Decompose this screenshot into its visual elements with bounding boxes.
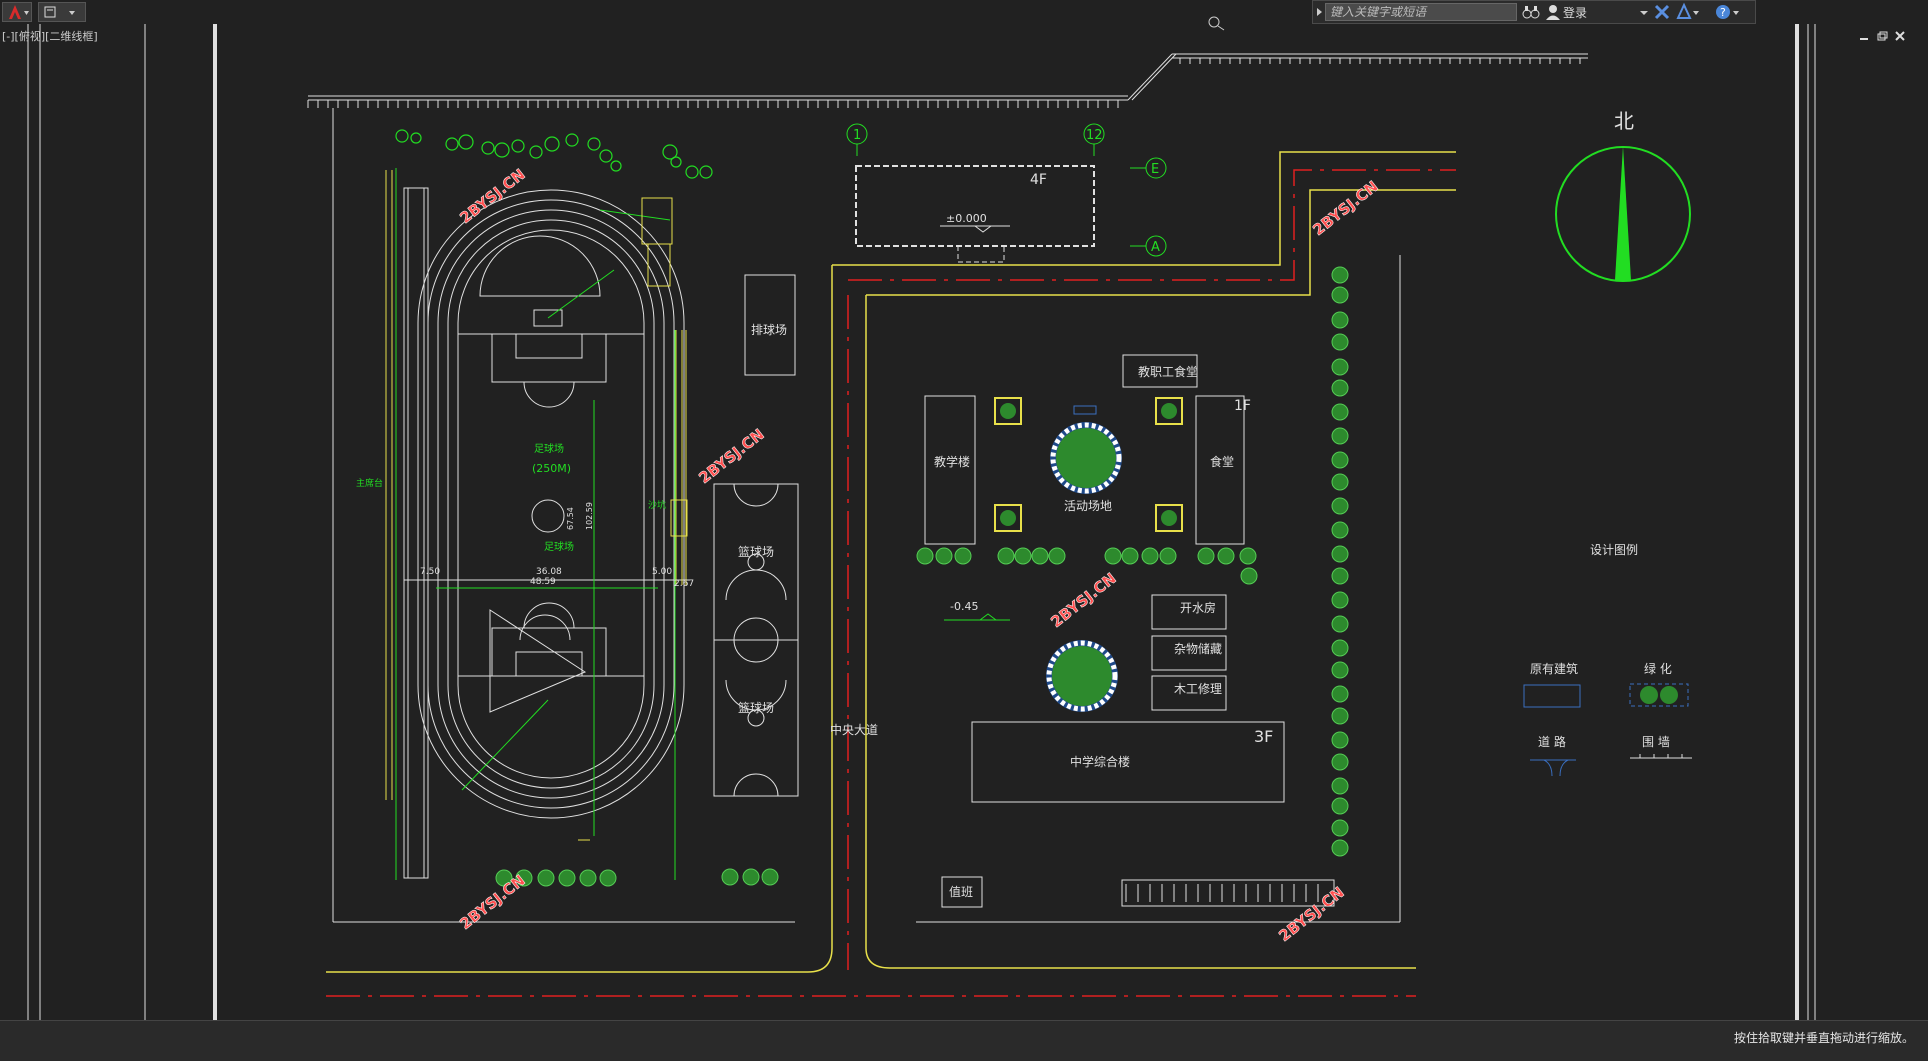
main-road-label: 中央大道 [830,722,878,737]
legend-title: 设计图例 [1590,543,1638,557]
elevation-mark-top [940,225,1010,233]
svg-text:2BYSJ.CN: 2BYSJ.CN [1047,569,1119,631]
roads [326,151,1456,997]
field-size-label: (250M) [532,462,571,475]
field-label-top: 足球场 [534,442,564,455]
svg-text:2BYSJ.CN: 2BYSJ.CN [456,165,528,227]
axis-1: 1 [853,128,861,143]
svg-text:2BYSJ.CN: 2BYSJ.CN [695,425,767,487]
activity-label: 活动场地 [1064,499,1112,513]
tree-rows [495,266,1349,887]
infocenter-bar: 登录 ? [1312,0,1756,24]
north-label: 北 [1614,109,1634,133]
axis-markers [846,123,1167,257]
dim-36: 36.08 [536,567,562,577]
status-bar: 按住拾取键并垂直拖动进行缩放。 [0,1020,1928,1061]
quick-access-toolbar[interactable] [38,2,86,22]
binoculars-icon[interactable] [1521,2,1541,22]
tag-left: 主席台 [356,477,383,489]
axis-E: E [1151,162,1159,177]
legend-existing-swatch [1523,684,1581,708]
exchange-icon[interactable] [1653,2,1671,22]
teaching-building-label: 教学楼 [934,454,970,469]
expand-arrow-icon[interactable] [1314,1,1324,23]
app-menu-button[interactable] [2,2,32,22]
sheet-frame [27,24,1816,1020]
elevation-mark-ground [944,613,1010,621]
search-input[interactable] [1325,3,1517,21]
legend-road-swatch [1530,759,1576,777]
tag-right: 沙坑 [648,499,666,511]
complex-floor: 3F [1254,727,1273,746]
dim-2: 2.67 [674,579,694,589]
svg-text:2BYSJ.CN: 2BYSJ.CN [1309,177,1381,239]
carpentry-label: 木工修理 [1174,681,1222,696]
legend-wall: 围 墙 [1642,735,1670,749]
svg-text:2BYSJ.CN: 2BYSJ.CN [1275,883,1347,945]
complex-label: 中学综合楼 [1070,754,1130,769]
dim-48: 48.59 [530,577,556,587]
autocad-logo-icon [9,5,29,19]
svg-text:2BYSJ.CN: 2BYSJ.CN [456,871,528,933]
dim-7: 7.50 [420,567,440,577]
top-building [855,165,1095,247]
axis-A: A [1151,240,1160,255]
dim-67: 67.54 [566,507,575,530]
svg-text:?: ? [1720,6,1726,19]
dim-5: 5.00 [652,567,672,577]
axis-12: 12 [1086,128,1103,143]
help-icon[interactable]: ? [1713,2,1743,22]
drawing-canvas[interactable]: 足球场 (250M) 足球场 36.08 48.59 7.50 5.00 67.… [0,24,1928,1020]
ground-elevation: -0.45 [950,600,978,613]
top-building-elevation: ±0.000 [946,212,987,225]
staff-canteen-label: 教职工食堂 [1138,364,1198,379]
cursor-icon [1208,16,1225,31]
bike-shed [1121,879,1335,907]
legend-existing: 原有建筑 [1530,661,1578,676]
field-label-bottom: 足球场 [544,540,574,553]
volleyball-label: 排球场 [751,323,787,337]
basketball-courts [713,483,799,797]
running-track [403,187,690,879]
basketball-label-1: 篮球场 [738,544,774,559]
top-building-step [957,246,1005,263]
top-building-floor: 4F [1030,172,1047,188]
legend-wall-swatch [1630,754,1692,759]
workspace-icon [44,6,75,18]
user-icon [1546,5,1560,20]
login-dropdown-icon[interactable] [1639,2,1649,22]
basketball-label-2: 篮球场 [738,700,774,715]
legend-green: 绿 化 [1644,661,1672,676]
legend-road: 道 路 [1538,734,1566,749]
canteen-floor: 1F [1234,398,1251,414]
water-room-label: 开水房 [1180,600,1216,615]
login-label[interactable]: 登录 [1563,4,1587,21]
outline-trees [395,129,713,179]
guard-label: 值班 [949,884,973,899]
canteen-label: 食堂 [1210,454,1234,469]
a360-icon[interactable] [1675,2,1701,22]
title-bar: 登录 ? [0,0,1928,24]
storage-label: 杂物储藏 [1174,641,1222,656]
north-arrow-icon [1555,146,1691,282]
legend-green-swatch [1629,683,1689,707]
dim-102: 102.59 [585,502,594,530]
status-message: 按住拾取键并垂直拖动进行缩放。 [1733,1031,1914,1045]
